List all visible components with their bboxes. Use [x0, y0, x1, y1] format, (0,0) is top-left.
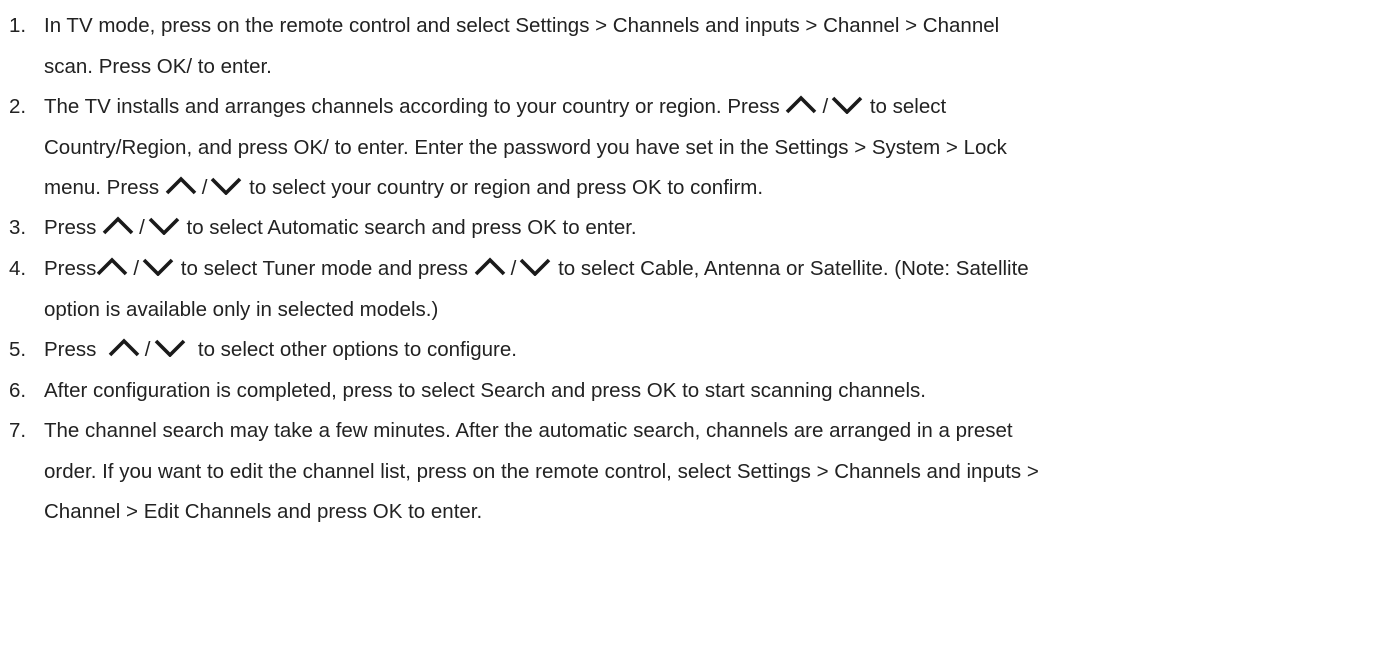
- arrow-separator: /: [201, 176, 208, 199]
- step-4: 4. Press / to select Tuner mode and press …: [0, 249, 1370, 330]
- step-number: 7.: [9, 419, 27, 442]
- step-text: The TV installs and arranges channels ac…: [44, 95, 786, 118]
- step-number: 5.: [9, 338, 27, 361]
- step-text: The channel search may take a few minute…: [44, 419, 1013, 442]
- arrow-separator: /: [139, 216, 145, 239]
- step-text: scan. Press OK/ to enter.: [44, 54, 272, 78]
- step-5: 5. Press / to select other options to con…: [0, 330, 1370, 371]
- step-text: Press: [44, 338, 108, 361]
- step-line: 2. The TV installs and arranges channels …: [0, 87, 1370, 128]
- step-line: 6. After configuration is completed, pres…: [0, 371, 1370, 412]
- up-down-arrows: /: [165, 168, 244, 209]
- step-number: 2.: [9, 95, 27, 118]
- step-7: 7. The channel search may take a few minu…: [0, 411, 1370, 533]
- step-number: 3.: [9, 216, 27, 239]
- step-text: option is available only in selected mod…: [44, 297, 439, 321]
- up-down-arrows: /: [96, 249, 175, 290]
- chevron-down-icon: [831, 95, 864, 114]
- up-down-arrows: /: [108, 330, 187, 371]
- step-6: 6. After configuration is completed, pres…: [0, 371, 1370, 412]
- step-text: After configuration is completed, press …: [44, 379, 926, 402]
- step-line: Channel > Edit Channels and press OK to …: [0, 492, 1370, 533]
- step-line: 1. In TV mode, press on the remote contro…: [0, 6, 1370, 47]
- step-number: 1.: [9, 14, 27, 37]
- step-line: menu. Press / to select your country or …: [0, 168, 1370, 209]
- up-down-arrows: /: [474, 249, 553, 290]
- up-down-arrows: /: [785, 87, 864, 128]
- step-text: Press: [44, 257, 97, 280]
- step-text: In TV mode, press on the remote control …: [44, 14, 1000, 37]
- chevron-up-icon: [474, 257, 507, 276]
- step-line: 7. The channel search may take a few minu…: [0, 411, 1370, 452]
- step-line: 3. Press / to select Automatic search and…: [0, 208, 1370, 249]
- arrow-separator: /: [144, 338, 151, 361]
- chevron-up-icon: [108, 338, 141, 357]
- step-text: to select your country or region and pre…: [243, 176, 764, 199]
- step-text: Channel > Edit Channels and press OK to …: [44, 500, 483, 523]
- step-text: to select: [864, 95, 947, 118]
- arrow-separator: /: [822, 95, 829, 118]
- chevron-up-icon: [102, 216, 135, 235]
- step-number: 6.: [9, 379, 27, 402]
- step-text: Press: [44, 216, 103, 239]
- chevron-up-icon: [165, 176, 198, 195]
- step-line: option is available only in selected mod…: [0, 290, 1370, 331]
- step-line: Country/Region, and press OK/ to enter. …: [0, 128, 1370, 169]
- step-text: Country/Region, and press OK/ to enter. …: [44, 135, 1007, 159]
- step-line: scan. Press OK/ to enter.: [0, 47, 1370, 88]
- step-number: 4.: [9, 257, 27, 280]
- step-3: 3. Press / to select Automatic search and…: [0, 208, 1370, 249]
- arrow-separator: /: [133, 257, 140, 280]
- chevron-down-icon: [210, 176, 243, 195]
- chevron-up-icon: [785, 95, 818, 114]
- step-1: 1. In TV mode, press on the remote contro…: [0, 6, 1370, 87]
- up-down-arrows: /: [102, 208, 181, 249]
- step-text: to select other options to configure.: [186, 338, 517, 361]
- chevron-down-icon: [142, 257, 175, 276]
- step-line: 5. Press / to select other options to con…: [0, 330, 1370, 371]
- step-2: 2. The TV installs and arranges channels …: [0, 87, 1370, 209]
- chevron-down-icon: [519, 257, 552, 276]
- step-text: order. If you want to edit the channel l…: [44, 459, 1039, 483]
- step-line: 4. Press / to select Tuner mode and press …: [0, 249, 1370, 290]
- instruction-document: 1. In TV mode, press on the remote contro…: [0, 0, 1377, 661]
- chevron-down-icon: [148, 216, 181, 235]
- step-text: to select Tuner mode and press: [175, 257, 474, 280]
- step-line: order. If you want to edit the channel l…: [0, 452, 1370, 493]
- step-text: to select Cable, Antenna or Satellite. (…: [552, 257, 1029, 280]
- step-text: to select Automatic search and press OK …: [180, 216, 637, 239]
- step-text: menu. Press: [44, 176, 165, 199]
- chevron-down-icon: [154, 338, 187, 357]
- arrow-separator: /: [510, 257, 517, 280]
- chevron-up-icon: [96, 257, 129, 276]
